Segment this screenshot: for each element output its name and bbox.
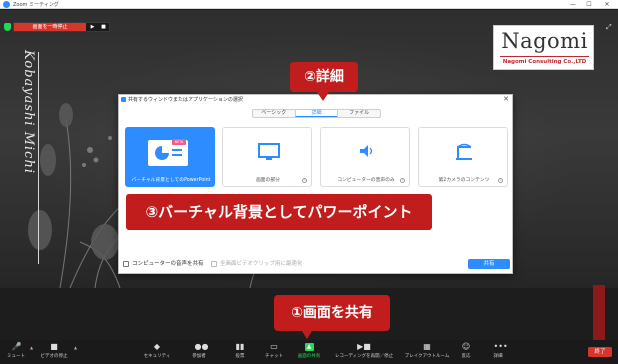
polls-button[interactable]: ▮▮ 投票: [230, 343, 250, 363]
toolbar-label: 反応: [461, 354, 471, 359]
toolbar-label: ビデオの停止: [40, 354, 68, 359]
red-accent-strip: [593, 285, 605, 340]
dialog-footer: コンピューターの音声を共有 全画面ビデオクリップ用に最適化 共有: [119, 257, 514, 271]
participants-button[interactable]: ●● 参加者: [186, 343, 212, 363]
card-powerpoint-virtual-bg[interactable]: BETA バーチャル背景としてのPowerPoint: [125, 127, 215, 187]
toolbar-label: 画面の共有: [297, 354, 321, 359]
dialog-title-bar: 共有するウィンドウまたはアプリケーションの選択: [121, 96, 243, 104]
card-computer-audio[interactable]: コンピューターの音声のみ ?: [320, 127, 410, 187]
expand-icon[interactable]: ⤢: [606, 23, 614, 31]
speaker-icon: [360, 145, 373, 157]
logo-wordmark: Nagomi: [501, 29, 588, 53]
window-titlebar: Zoom ミーティング — ☐ ✕: [0, 0, 618, 9]
callout-share-pointer: [302, 331, 312, 339]
help-icon[interactable]: ?: [498, 178, 503, 183]
card-label: 画面の部分: [256, 178, 280, 183]
chevron-up-icon[interactable]: ▲: [74, 345, 77, 350]
polls-icon: ▮▮: [235, 342, 245, 351]
mute-button[interactable]: 🎤 ミュート: [4, 343, 28, 363]
more-icon: •••: [493, 342, 508, 351]
logo-subtitle: Nagomi Consulting Co.,LTD: [502, 59, 587, 65]
stop-icon[interactable]: ■: [98, 23, 109, 31]
toolbar-label: セキュリティ: [143, 354, 171, 359]
share-tabs: ベーシック 詳細 ファイル: [252, 109, 381, 118]
slides-icon: [148, 140, 188, 166]
share-control-bar: 画面を一時停止 ▶ ■: [13, 22, 110, 32]
share-audio-label: コンピューターの音声を共有: [132, 261, 204, 267]
optimize-video-checkbox[interactable]: [211, 261, 217, 267]
close-window-button[interactable]: ✕: [600, 0, 614, 9]
pause-share-button[interactable]: 画面を一時停止: [14, 23, 86, 31]
more-button[interactable]: ••• 詳細: [488, 343, 508, 363]
toolbar-label: レコーディングを再開／停止: [334, 354, 394, 359]
vertical-name-text: Kobayashi Michi: [21, 50, 36, 174]
security-button[interactable]: ◆ セキュリティ: [140, 343, 174, 363]
help-icon[interactable]: ?: [400, 178, 405, 183]
callout-share-screen: ①画面を共有: [274, 295, 390, 331]
callout-virtual-background: ③バーチャル背景としてパワーポイント: [126, 194, 432, 230]
reactions-icon: ☺: [461, 342, 471, 351]
share-option-cards: BETA バーチャル背景としてのPowerPoint 画面の部分 ? コンピュー…: [125, 127, 508, 187]
card-screen-portion[interactable]: 画面の部分 ?: [222, 127, 312, 187]
toolbar-label: ブレイクアウトルーム: [404, 354, 450, 359]
dialog-title: 共有するウィンドウまたはアプリケーションの選択: [128, 97, 243, 103]
record-button[interactable]: ▶■ レコーディングを再開／停止: [334, 343, 394, 363]
card-label: バーチャル背景としてのPowerPoint: [131, 178, 211, 183]
share-audio-checkbox[interactable]: [123, 261, 129, 267]
toolbar-label: 詳細: [493, 354, 503, 359]
toolbar-label: チャット: [265, 354, 283, 359]
help-icon[interactable]: ?: [302, 178, 307, 183]
breakout-rooms-icon: ▦: [423, 342, 431, 351]
shield-icon: ◆: [153, 342, 161, 351]
toolbar-label: 参加者: [192, 354, 206, 359]
stop-video-button[interactable]: ■ ビデオの停止: [36, 343, 72, 363]
minimize-button[interactable]: —: [566, 0, 580, 9]
dialog-close-icon[interactable]: ✕: [503, 95, 509, 104]
card-label: コンピューターの音声のみ: [337, 178, 395, 183]
meeting-toolbar: 🎤 ミュート ▲ ■ ビデオの停止 ▲ ◆ セキュリティ ●● 参加者 ▮▮ 投…: [0, 340, 618, 364]
logo-rule: [500, 56, 589, 57]
chat-button[interactable]: ▭ チャット: [262, 343, 286, 363]
record-icon: ▶■: [357, 342, 371, 351]
tab-basic[interactable]: ベーシック: [253, 110, 295, 117]
window-title: Zoom ミーティング: [13, 2, 59, 8]
callout-detail-pointer: [317, 92, 329, 101]
beta-badge: BETA: [172, 139, 186, 145]
shield-icon[interactable]: [4, 23, 11, 31]
card-second-camera[interactable]: 第2カメラのコンテンツ ?: [418, 127, 508, 187]
zoom-app-icon: [3, 1, 10, 8]
tab-advanced[interactable]: 詳細: [294, 110, 338, 117]
card-label: 第2カメラのコンテンツ: [438, 178, 490, 183]
microphone-icon: 🎤: [11, 342, 22, 351]
share-button[interactable]: 共有: [468, 259, 510, 269]
share-screen-button[interactable]: ▲ 画面の共有: [294, 343, 324, 363]
chat-icon: ▭: [270, 342, 278, 351]
vertical-divider: [38, 52, 39, 264]
tab-files[interactable]: ファイル: [337, 110, 380, 117]
screen-portion-icon: [258, 143, 280, 160]
maximize-button[interactable]: ☐: [582, 0, 596, 9]
participants-icon: ●●: [194, 342, 209, 351]
optimize-video-label: 全画面ビデオクリップ用に最適化: [220, 261, 303, 267]
camera-icon: [456, 143, 472, 160]
chevron-up-icon[interactable]: ▲: [30, 345, 33, 350]
nagomi-logo: Nagomi Nagomi Consulting Co.,LTD: [493, 25, 594, 70]
zoom-small-icon: [121, 97, 126, 102]
end-meeting-button[interactable]: 終了: [588, 347, 612, 357]
callout-detail: ②詳細: [290, 62, 358, 92]
reactions-button[interactable]: ☺ 反応: [458, 343, 474, 363]
play-icon[interactable]: ▶: [87, 23, 98, 31]
toolbar-label: ミュート: [7, 354, 25, 359]
video-camera-icon: ■: [50, 342, 58, 351]
share-select-dialog: 共有するウィンドウまたはアプリケーションの選択 ✕ ベーシック 詳細 ファイル …: [118, 94, 513, 274]
share-screen-icon: ▲: [304, 343, 314, 351]
breakout-rooms-button[interactable]: ▦ ブレイクアウトルーム: [404, 343, 450, 363]
toolbar-label: 投票: [235, 354, 245, 359]
